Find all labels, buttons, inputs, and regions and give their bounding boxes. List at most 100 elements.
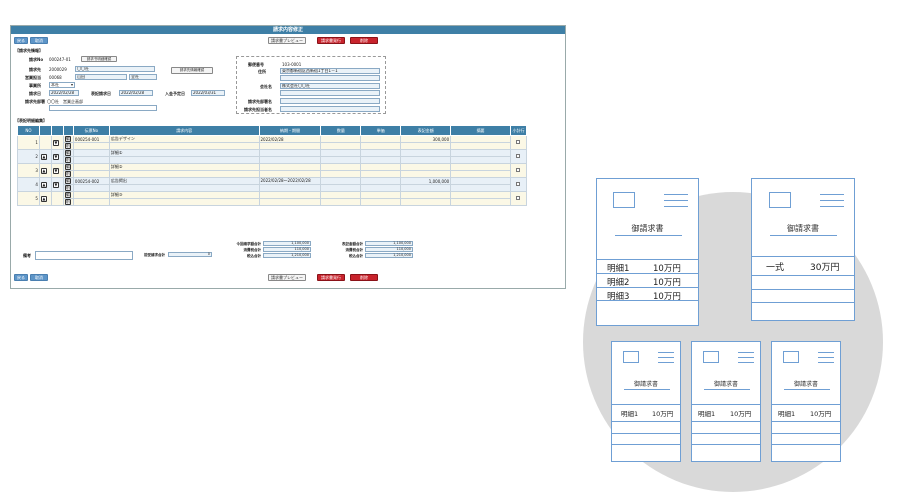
delete-button[interactable]: 削除 [350, 37, 378, 44]
price-cell[interactable] [360, 149, 402, 157]
note-cell[interactable] [450, 149, 511, 157]
slip-sub-cell[interactable] [72, 156, 110, 164]
delete-row-button[interactable]: 削 [64, 143, 71, 149]
amount-sub-cell[interactable] [400, 142, 452, 150]
company-field[interactable]: 株式会社〇〇社 [280, 83, 380, 89]
delete-cell[interactable]: 削 [62, 184, 74, 192]
client-detail-button[interactable]: 請求先情報確認 [171, 67, 213, 74]
amount-cell[interactable] [400, 191, 452, 199]
note-sub-cell[interactable] [450, 170, 511, 178]
price-cell[interactable] [360, 135, 402, 143]
price-cell[interactable] [360, 163, 402, 171]
delete-cell[interactable]: 削 [62, 198, 74, 206]
note-sub-cell[interactable] [450, 184, 511, 192]
move-down-icon[interactable]: ▼ [52, 167, 59, 174]
issue-button-bottom[interactable]: 請求書発行 [317, 274, 345, 281]
delete-row-button[interactable]: 削 [64, 185, 71, 191]
qty-sub-cell[interactable] [320, 184, 362, 192]
content-sub-cell[interactable] [108, 142, 260, 150]
move-down-icon[interactable]: ▼ [52, 139, 59, 146]
record-date-field[interactable]: 2022/02/28 [119, 90, 153, 96]
slip-no-cell[interactable] [72, 191, 110, 199]
price-sub-cell[interactable] [360, 170, 402, 178]
qty-sub-cell[interactable] [320, 156, 362, 164]
slip-sub-cell[interactable] [72, 184, 110, 192]
price-cell[interactable] [360, 191, 402, 199]
period-cell[interactable] [258, 163, 322, 171]
price-sub-cell[interactable] [360, 142, 402, 150]
edit-cell[interactable]: 編 [62, 135, 74, 143]
address-field[interactable]: 東京都新宿区西新宿1丁目1－1 [280, 68, 380, 74]
slip-no-cell[interactable]: 000254-001 [72, 135, 110, 143]
delete-row-button[interactable]: 削 [64, 157, 71, 163]
content-sub-cell[interactable] [108, 198, 260, 206]
delete-row-button[interactable]: 削 [64, 199, 71, 205]
delete-cell[interactable]: 削 [62, 170, 74, 178]
edit-cell[interactable]: 編 [62, 191, 74, 199]
qty-cell[interactable] [320, 191, 362, 199]
note-sub-cell[interactable] [450, 156, 511, 164]
period-sub-cell[interactable] [258, 142, 322, 150]
note-cell[interactable] [450, 163, 511, 171]
amount-cell[interactable] [400, 149, 452, 157]
delete-button-bottom[interactable]: 削除 [350, 274, 378, 281]
note-cell[interactable] [450, 191, 511, 199]
amount-cell[interactable]: 300,000 [400, 135, 452, 143]
slip-no-cell[interactable] [72, 149, 110, 157]
qty-cell[interactable] [320, 149, 362, 157]
dept-name-field[interactable] [280, 98, 380, 104]
content-cell[interactable]: 詳細① [108, 149, 260, 157]
delete-row-button[interactable]: 削 [64, 171, 71, 177]
sales-dept-field[interactable]: 全社 [129, 74, 157, 80]
period-sub-cell[interactable] [258, 198, 322, 206]
period-cell[interactable] [258, 149, 322, 157]
delete-cell[interactable]: 削 [62, 142, 74, 150]
edit-cell[interactable]: 編 [62, 163, 74, 171]
amount-sub-cell[interactable] [400, 198, 452, 206]
content-cell[interactable]: 広告デザイン [108, 135, 260, 143]
content-sub-cell[interactable] [108, 184, 260, 192]
back-button[interactable]: 戻る [14, 37, 28, 44]
preview-button-bottom[interactable]: 請求書プレビュー [268, 274, 306, 281]
move-down-icon[interactable]: ▼ [52, 153, 59, 160]
delete-cell[interactable]: 削 [62, 156, 74, 164]
qty-cell[interactable] [320, 135, 362, 143]
company-field-2[interactable] [280, 90, 380, 96]
period-cell[interactable]: 2022/02/28～2022/02/28 [258, 177, 322, 185]
address-field-2[interactable] [280, 75, 380, 81]
edit-row-button[interactable]: 編 [64, 164, 71, 170]
edit-row-button[interactable]: 編 [64, 136, 71, 142]
back-button-bottom[interactable]: 戻る [14, 274, 28, 281]
period-sub-cell[interactable] [258, 184, 322, 192]
slip-no-cell[interactable]: 000254-002 [72, 177, 110, 185]
move-down-icon[interactable]: ▼ [52, 181, 59, 188]
period-cell[interactable]: 2022/02/28 [258, 135, 322, 143]
edit-row-button[interactable]: 編 [64, 178, 71, 184]
edit-cell[interactable]: 編 [62, 177, 74, 185]
subtotal-checkbox[interactable] [516, 140, 521, 144]
issue-button[interactable]: 請求書発行 [317, 37, 345, 44]
due-date-field[interactable]: 2022/03/31 [191, 90, 225, 96]
qty-sub-cell[interactable] [320, 142, 362, 150]
period-sub-cell[interactable] [258, 170, 322, 178]
subtotal-checkbox[interactable] [516, 182, 521, 186]
cancel-button-bottom[interactable]: 取消 [30, 274, 48, 281]
price-cell[interactable] [360, 177, 402, 185]
content-cell[interactable]: 広告掲出 [108, 177, 260, 185]
edit-row-button[interactable]: 編 [64, 150, 71, 156]
invoice-date-field[interactable]: 2022/02/28 [49, 90, 79, 96]
note-cell[interactable] [450, 135, 511, 143]
sales-name-field[interactable]: 山田 [75, 74, 127, 80]
qty-cell[interactable] [320, 163, 362, 171]
slip-no-cell[interactable] [72, 163, 110, 171]
client-name-field[interactable]: 〇〇社 [75, 66, 155, 72]
price-sub-cell[interactable] [360, 156, 402, 164]
subtotal-checkbox[interactable] [516, 168, 521, 172]
edit-row-button[interactable]: 編 [64, 192, 71, 198]
subtotal-checkbox[interactable] [516, 196, 521, 200]
note-sub-cell[interactable] [450, 198, 511, 206]
move-up-icon[interactable]: ▲ [40, 181, 47, 188]
move-up-icon[interactable]: ▲ [40, 167, 47, 174]
slip-sub-cell[interactable] [72, 142, 110, 150]
slip-sub-cell[interactable] [72, 198, 110, 206]
